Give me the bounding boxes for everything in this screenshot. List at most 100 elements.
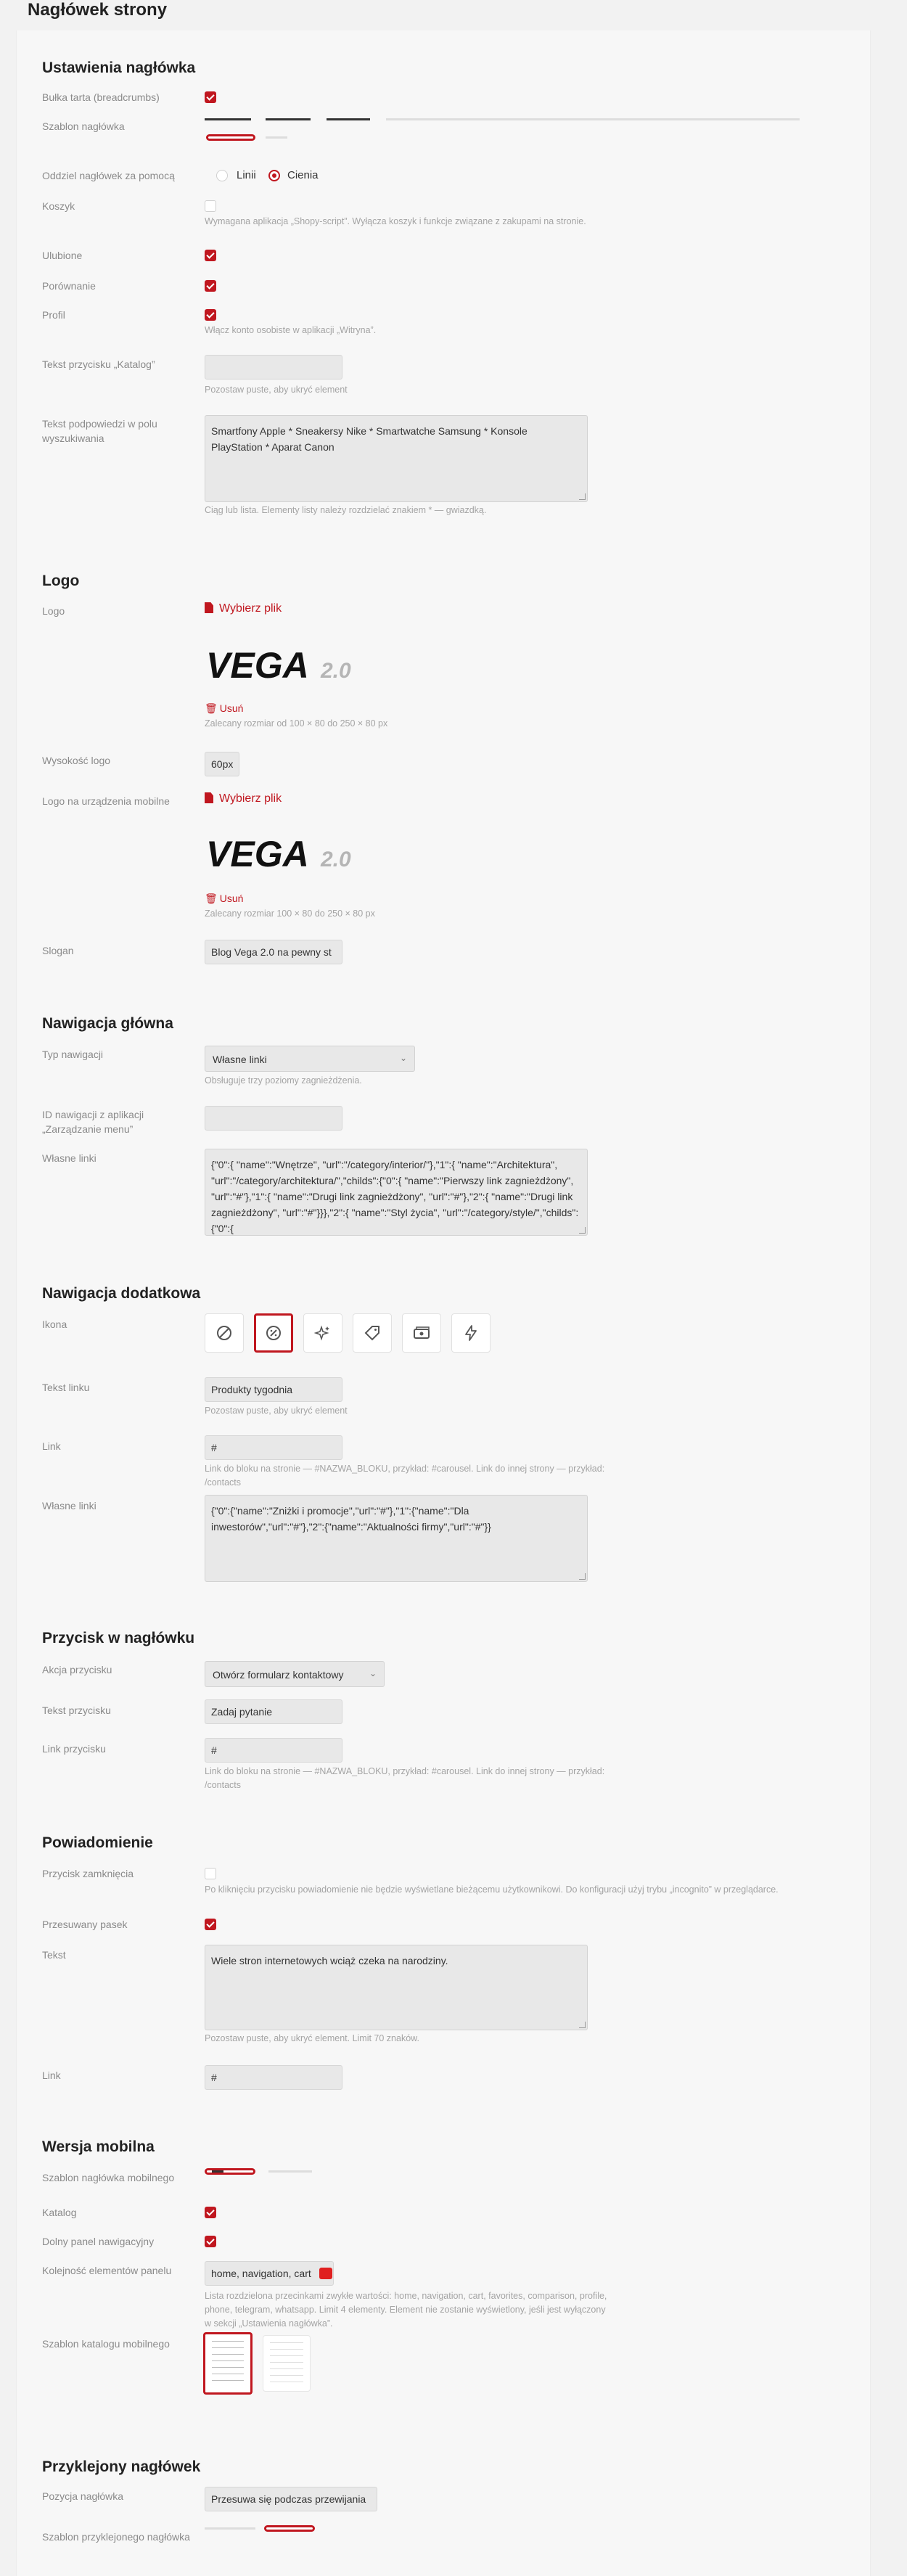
main-custom-links-textarea[interactable]: {"0":{ "name":"Wnętrze", "url":"/categor… [205, 1149, 588, 1236]
icon-option-discount[interactable] [254, 1313, 293, 1353]
template-preview-1[interactable] [205, 118, 251, 120]
button-link-label: Link przycisku [42, 1743, 106, 1755]
section-title-logo: Logo [42, 573, 80, 589]
breadcrumbs-checkbox[interactable] [205, 91, 216, 103]
bottom-panel-checkbox[interactable] [205, 2236, 216, 2247]
nav-type-label: Typ nawigacji [42, 1049, 104, 1060]
logo-height-input[interactable]: 60px [205, 752, 239, 776]
template-preview-3[interactable] [327, 118, 370, 120]
template-preview-1-selected[interactable] [206, 134, 255, 141]
search-placeholder-label: Tekst podpowiedzi w polu wyszukiwania [42, 418, 157, 444]
link-text-input[interactable]: Produkty tygodnia [205, 1377, 342, 1402]
profile-hint: Włącz konto osobiste w aplikacji „Witryn… [205, 325, 377, 335]
icon-option-none[interactable] [205, 1313, 244, 1353]
button-text-input[interactable]: Zadaj pytanie [205, 1699, 342, 1724]
mobile-logo-label: Logo na urządzenia mobilne [42, 795, 170, 807]
extra-link-hint: Link do bloku na stronie — #NAZWA_BLOKU,… [205, 1464, 605, 1488]
vega-mobile-logo-version-text: 2.0 [320, 848, 351, 871]
section-title-sticky: Przyklejony nagłówek [42, 2458, 201, 2475]
catalog-button-text-hint: Pozostaw puste, aby ukryć element [205, 385, 348, 395]
slogan-label: Slogan [42, 945, 74, 956]
search-placeholder-hint: Ciąg lub lista. Elementy listy należy ro… [205, 505, 487, 515]
template-1-preview [212, 2341, 244, 2386]
sticky-position-label: Pozycja nagłówka [42, 2490, 124, 2502]
template-preview-2[interactable] [266, 118, 311, 120]
section-title-notification: Powiadomienie [42, 1834, 153, 1851]
section-title-header-settings: Ustawienia nagłówka [42, 60, 196, 76]
close-button-label: Przycisk zamknięcia [42, 1868, 134, 1879]
notification-link-input[interactable]: # [205, 2065, 342, 2090]
divider-label: Oddziel nagłówek za pomocą [42, 170, 175, 181]
cart-hint: Wymagana aplikacja „Shopy-script”. Wyłąc… [205, 216, 586, 226]
scroll-bar-label: Przesuwany pasek [42, 1919, 128, 1930]
sticky-template-label: Szablon przyklejonego nagłówka [42, 2531, 190, 2543]
logo-remove-text: Usuń [219, 702, 244, 714]
slogan-input[interactable]: Blog Vega 2.0 na pewny st [205, 940, 342, 964]
mobile-template-picker [205, 2167, 321, 2181]
button-action-label: Akcja przycisku [42, 1664, 112, 1675]
extra-custom-links-textarea[interactable]: {"0":{"name":"Zniżki i promocje","url":"… [205, 1495, 588, 1582]
link-text-label: Tekst linku [42, 1382, 90, 1393]
button-action-select[interactable]: Otwórz formularz kontaktowy ⌄ [205, 1661, 385, 1687]
mobile-logo-remove-text: Usuń [219, 893, 244, 904]
warning-marker [319, 2268, 332, 2279]
divider-radio-shadow[interactable] [268, 170, 280, 181]
cart-checkbox[interactable] [205, 200, 216, 212]
mobile-logo-choose-file-text: Wybierz plik [219, 792, 282, 805]
file-icon [205, 602, 213, 613]
extra-link-input[interactable]: # [205, 1435, 342, 1460]
chevron-down-icon: ⌄ [369, 1668, 377, 1678]
panel-order-input[interactable]: home, navigation, cart [205, 2261, 334, 2286]
lightning-icon [465, 1325, 477, 1341]
discount-badge-icon [266, 1326, 281, 1340]
notification-text-textarea[interactable]: Wiele stron internetowych wciąż czeka na… [205, 1945, 588, 2030]
favorites-checkbox[interactable] [205, 250, 216, 261]
search-placeholder-textarea[interactable]: Smartfony Apple * Sneakersy Nike * Smart… [205, 415, 588, 502]
sticky-position-input[interactable]: Przesuwa się podczas przewijania [205, 2487, 377, 2511]
notification-text-label: Tekst [42, 1949, 66, 1961]
mobile-logo-remove-link[interactable]: 🗑 Usuń [205, 893, 243, 905]
icon-option-money[interactable] [402, 1313, 441, 1353]
close-button-checkbox[interactable] [205, 1868, 216, 1879]
catalog-button-text-label: Tekst przycisku „Katalog” [42, 358, 155, 370]
profile-checkbox[interactable] [205, 309, 216, 321]
logo-choose-file-text: Wybierz plik [219, 602, 282, 615]
section-title-extra-nav: Nawigacja dodatkowa [42, 1285, 201, 1302]
mobile-template-1-mini [212, 2170, 223, 2173]
icon-option-lightning[interactable] [451, 1313, 491, 1353]
nav-type-hint: Obsługuje trzy poziomy zagnieżdżenia. [205, 1075, 362, 1086]
logo-remove-link[interactable]: 🗑 Usuń [205, 702, 243, 715]
nav-app-id-label: ID nawigacji z aplikacji „Zarządzanie me… [42, 1109, 144, 1135]
panel-order-hint: Lista rozdzielona przecinkami zwykłe war… [205, 2291, 607, 2329]
tag-icon [364, 1326, 379, 1341]
section-title-mobile: Wersja mobilna [42, 2138, 155, 2155]
header-template-picker [205, 116, 800, 145]
template-preview-2-mini [266, 136, 287, 139]
mobile-logo-choose-file-button[interactable]: Wybierz plik [205, 792, 282, 805]
nav-app-id-input[interactable] [205, 1106, 342, 1131]
mobile-catalog-template-label: Szablon katalogu mobilnego [42, 2338, 170, 2350]
extra-icon-label: Ikona [42, 1318, 67, 1330]
button-link-hint: Link do bloku na stronie — #NAZWA_BLOKU,… [205, 1766, 605, 1790]
mobile-catalog-template-1[interactable] [203, 2332, 253, 2395]
button-link-input[interactable]: # [205, 1738, 342, 1763]
vega-logo-image: VEGA 2.0 [206, 646, 351, 684]
divider-radio-line[interactable] [216, 170, 228, 181]
extra-icon-picker [205, 1313, 495, 1354]
vega-mobile-logo-main-text: VEGA [206, 834, 309, 872]
mobile-template-2[interactable] [268, 2170, 312, 2173]
scroll-bar-checkbox[interactable] [205, 1919, 216, 1930]
nav-type-select[interactable]: Własne linki ⌄ [205, 1046, 415, 1072]
button-text-label: Tekst przycisku [42, 1705, 111, 1716]
mobile-catalog-checkbox[interactable] [205, 2207, 216, 2218]
template-preview-more[interactable] [386, 118, 800, 120]
catalog-button-text-input[interactable] [205, 355, 342, 380]
sticky-template-1[interactable] [205, 2527, 255, 2530]
icon-option-sparkles[interactable] [303, 1313, 342, 1353]
mobile-catalog-template-2[interactable] [263, 2335, 311, 2392]
icon-option-tag[interactable] [353, 1313, 392, 1353]
cart-label: Koszyk [42, 200, 75, 212]
logo-choose-file-button[interactable]: Wybierz plik [205, 602, 282, 615]
sticky-template-2-selected[interactable] [264, 2525, 315, 2532]
compare-checkbox[interactable] [205, 280, 216, 292]
